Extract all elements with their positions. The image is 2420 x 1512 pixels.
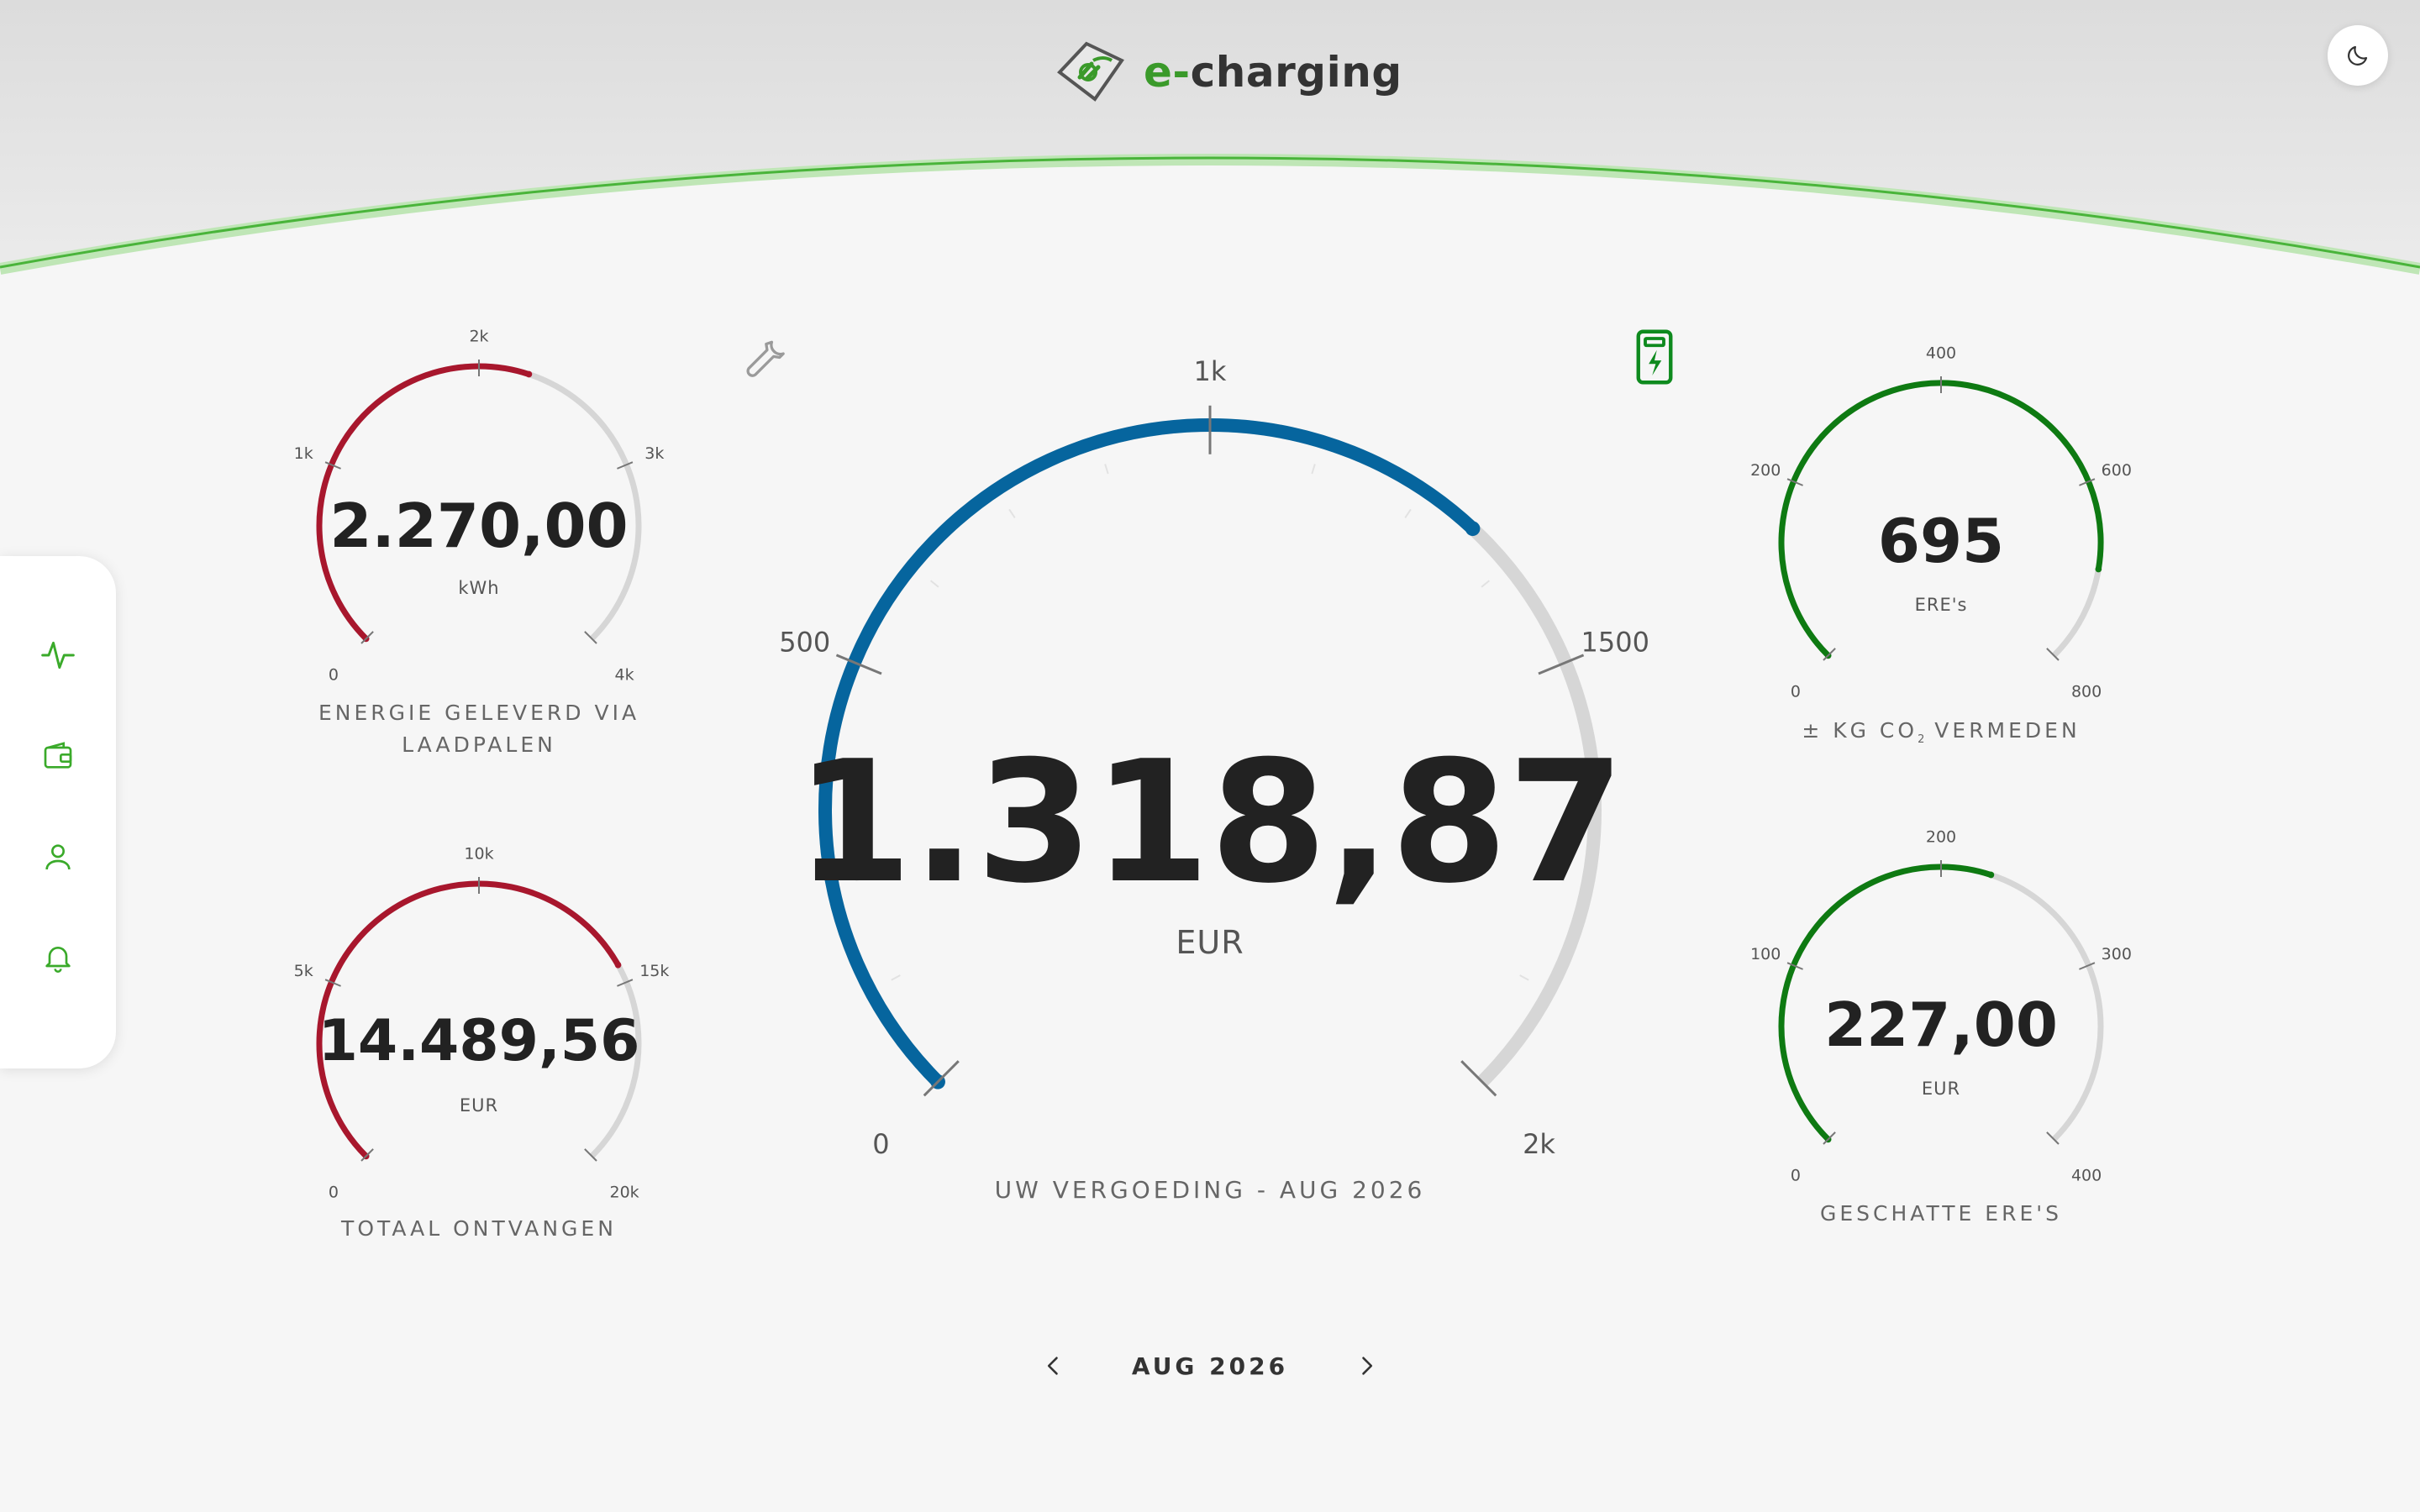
received-value: 14.489,56 (318, 1008, 640, 1074)
user-icon (45, 844, 71, 870)
charging-station-button[interactable] (1625, 328, 1684, 386)
brand: e-charging (1055, 39, 1402, 106)
estimated-tick-label: 300 (2102, 945, 2132, 963)
main-minor-tick (1104, 464, 1109, 475)
main-tick-label: 500 (779, 626, 830, 658)
main-unit: EUR (1176, 924, 1244, 961)
estimated-value: 227,00 (1824, 990, 2058, 1060)
main-minor-tick (1481, 580, 1491, 588)
dark-mode-toggle[interactable] (2328, 25, 2388, 86)
brand-suffix: charging (1190, 48, 1402, 97)
main-tick-label: 1500 (1581, 626, 1649, 658)
energy-delivered-gauge: 0 1k 2k 3k 4k 2.270,00 kWh (286, 328, 672, 685)
estimated-tick-label: 400 (2071, 1167, 2102, 1185)
energy-tick-label: 2k (469, 328, 488, 346)
moon-icon (2348, 45, 2368, 66)
previous-month-button[interactable] (1034, 1346, 1074, 1386)
month-navigation: AUG 2026 (1034, 1342, 1386, 1389)
received-tick-label: 0 (329, 1184, 339, 1202)
current-month-label: AUG 2026 (1131, 1352, 1289, 1380)
main-caption: UW VERGOEDING - AUG 2026 (994, 1176, 1426, 1204)
received-tick-label: 20k (610, 1184, 639, 1202)
received-tick-label: 10k (464, 845, 493, 864)
main-minor-tick (1008, 508, 1016, 519)
app-root: e-charging 0 1k 2k 3k 4k 2.270,00 kWh ENERGI… (0, 0, 2420, 1512)
sidebar (0, 556, 116, 1068)
main-minor-tick (1519, 974, 1529, 981)
sidebar-item-notifications[interactable] (33, 941, 83, 974)
brand-prefix: e- (1144, 48, 1191, 97)
main-tick-label: 2k (1523, 1128, 1555, 1160)
chevron-left-icon (1047, 1357, 1058, 1375)
main-minor-tick (1404, 508, 1412, 519)
main-value: 1.318,87 (795, 725, 1625, 921)
total-received-gauge: 0 5k 10k 15k 20k 14.489,56 EUR (286, 845, 672, 1202)
main-value-cap (1465, 521, 1481, 537)
energy-value: 2.270,00 (329, 491, 629, 561)
energy-value-cap (525, 370, 533, 378)
brand-name: e-charging (1144, 48, 1402, 97)
estimated-tick-label: 0 (1791, 1167, 1801, 1185)
estimated-tick-label: 200 (1926, 828, 1956, 847)
received-value-cap (614, 961, 622, 969)
energy-tick-label: 1k (294, 444, 313, 463)
received-tick-label: 5k (294, 962, 313, 980)
co2-value: 695 (1877, 506, 2005, 576)
next-month-button[interactable] (1346, 1346, 1386, 1386)
estimated-unit: EUR (1921, 1079, 1961, 1099)
co2-tick-label: 400 (1926, 344, 1956, 363)
wallet-icon (44, 742, 72, 769)
wrench-icon (746, 340, 785, 377)
co2-caption-prefix: ± KG CO (1802, 718, 1918, 743)
activity-icon (41, 641, 75, 669)
main-minor-tick (1311, 464, 1316, 475)
sidebar-item-activity[interactable] (33, 638, 83, 672)
bell-icon (45, 947, 71, 973)
main-tick-label: 0 (872, 1128, 889, 1160)
co2-tick-label: 800 (2071, 683, 2102, 701)
co2-caption: ± KG CO2 VERMEDEN (1773, 715, 2109, 756)
energy-tick-label: 0 (329, 666, 339, 685)
co2-tick-label: 200 (1750, 461, 1781, 480)
main-tick-label: 1k (1194, 355, 1227, 387)
main-minor-tick (891, 974, 901, 981)
service-button[interactable] (736, 326, 795, 385)
received-tick-label: 15k (639, 962, 669, 980)
main-compensation-gauge: 0 500 1k 1500 2k 1.318,87 EUR (756, 336, 1664, 1160)
charging-station-icon (1636, 329, 1673, 385)
estimated-eres-gauge: 0 100 200 300 400 227,00 EUR (1748, 828, 2134, 1185)
sidebar-item-wallet[interactable] (33, 739, 83, 773)
estimated-value-cap (1987, 871, 1995, 879)
received-unit: EUR (459, 1095, 499, 1116)
estimated-tick-label: 100 (1750, 945, 1781, 963)
co2-unit: ERE's (1914, 595, 1968, 615)
main-minor-tick (929, 580, 939, 588)
received-caption: TOTAAL ONTVANGEN (341, 1216, 617, 1241)
energy-tick-label: 4k (615, 666, 634, 685)
charging-plug-logo-icon (1057, 41, 1124, 102)
chevron-right-icon (1362, 1357, 1373, 1375)
energy-caption: ENERGIE GELEVERD VIA LAADPALEN (318, 701, 640, 757)
co2-tick-label: 0 (1791, 683, 1801, 701)
co2-avoided-gauge: 0 200 400 600 800 695 ERE's (1748, 344, 2134, 701)
energy-unit: kWh (458, 578, 500, 598)
energy-tick-label: 3k (644, 444, 664, 463)
co2-tick-label: 600 (2102, 461, 2132, 480)
co2-caption-suffix: VERMEDEN (1924, 718, 2081, 743)
sidebar-item-profile[interactable] (33, 840, 83, 874)
estimated-caption: GESCHATTE ERE'S (1819, 1201, 2062, 1226)
